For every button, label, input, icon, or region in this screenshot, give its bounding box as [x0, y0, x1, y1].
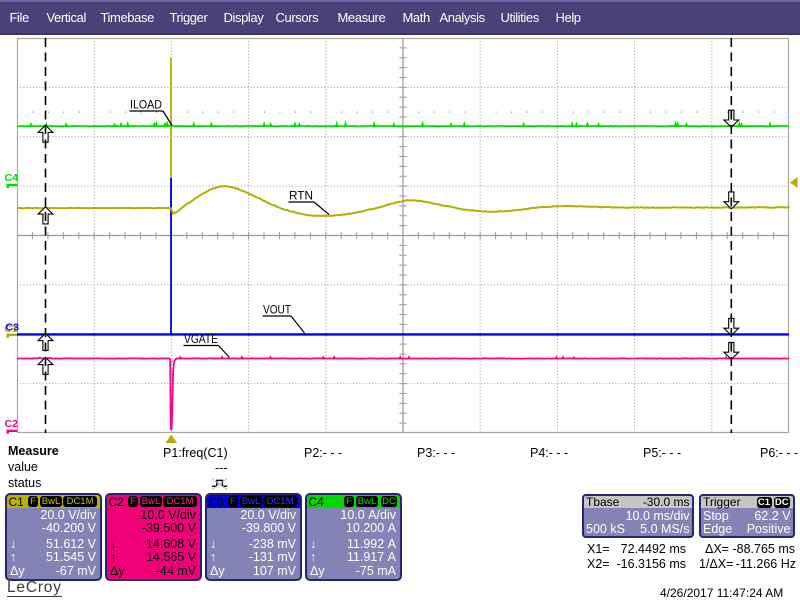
- svg-text:ILOAD: ILOAD: [130, 100, 162, 112]
- svg-text:VGATE: VGATE: [184, 334, 218, 346]
- svg-text:C3: C3: [6, 322, 20, 334]
- svg-text:C4: C4: [5, 172, 19, 184]
- svg-text:C2: C2: [5, 418, 19, 430]
- svg-text:RTN: RTN: [289, 191, 313, 203]
- svg-text:VOUT: VOUT: [263, 305, 291, 317]
